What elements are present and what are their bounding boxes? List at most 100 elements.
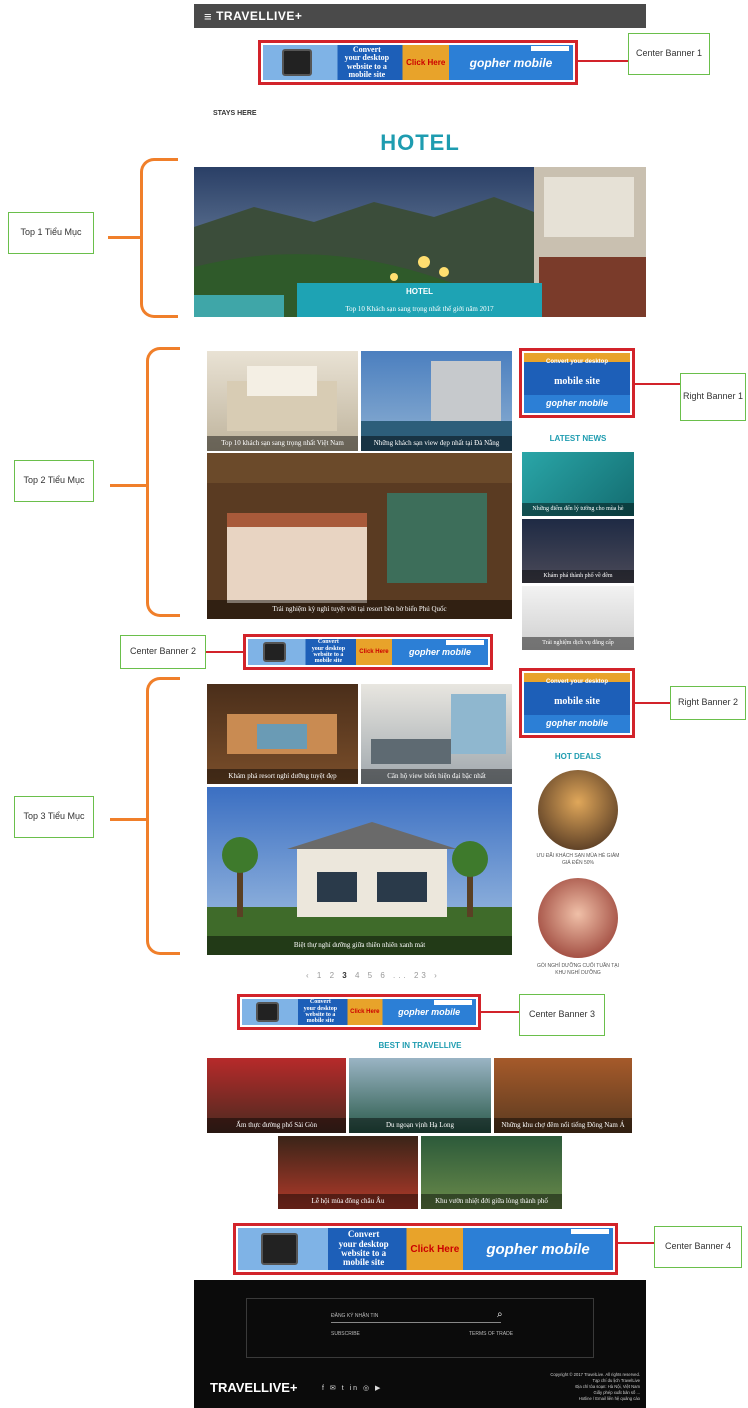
best-caption: Khu vườn nhiệt đới giữa lòng thành phố [421, 1194, 562, 1209]
pager-page[interactable]: 4 [355, 971, 362, 980]
footer-link[interactable]: TERMS OF TRADE [469, 1331, 513, 1337]
breadcrumb[interactable]: STAYS HERE [213, 110, 257, 117]
banner-brand: gopher mobile [486, 1240, 590, 1258]
footer-legal: Copyright © 2017 TravelLive. All rights … [550, 1372, 640, 1402]
phone-icon [238, 1228, 321, 1270]
article-caption: Căn hộ view biển hiện đại bậc nhất [361, 769, 512, 784]
banner-click-button[interactable]: Click Here [347, 1009, 382, 1015]
hero-caption-text: Top 10 Khách sạn sang trọng nhất thế giớ… [345, 305, 494, 313]
phone-icon [248, 639, 301, 665]
article-tile[interactable]: Căn hộ view biển hiện đại bậc nhất [361, 684, 512, 784]
best-item[interactable]: Du ngoạn vịnh Hạ Long [349, 1058, 491, 1133]
pager-page[interactable]: 2 [330, 971, 337, 980]
article-tile[interactable]: Top 10 khách sạn sang trọng nhất Việt Na… [207, 351, 358, 451]
callout-right-banner-2: Right Banner 2 [670, 686, 746, 720]
article-caption: Trải nghiệm kỳ nghỉ tuyệt vời tại resort… [207, 600, 512, 619]
best-caption: Lễ hội mùa đông châu Âu [278, 1194, 418, 1209]
banner-click-button[interactable]: Click Here [407, 1244, 463, 1255]
page-title: HOTEL [380, 130, 460, 155]
news-caption: Những điểm đến lý tưởng cho mùa hè [522, 502, 634, 516]
news-item[interactable]: Trải nghiệm dịch vụ đẳng cấp [522, 586, 634, 650]
deal-image[interactable] [538, 770, 618, 850]
callout-top-3: Top 3 Tiểu Mục [14, 796, 94, 838]
banner-text: mobile site [306, 1018, 335, 1025]
hamburger-icon[interactable]: ≡ [204, 9, 212, 24]
banner-text: Convert your desktop [545, 358, 608, 365]
news-item[interactable]: Những điểm đến lý tưởng cho mùa hè [522, 452, 634, 516]
article-caption: Khám phá resort nghỉ dưỡng tuyệt đẹp [207, 769, 358, 784]
best-caption: Ẩm thực đường phố Sài Gòn [207, 1118, 346, 1133]
pager-next[interactable]: › [434, 971, 440, 980]
article-caption: Biệt thự nghỉ dưỡng giữa thiên nhiên xan… [207, 936, 512, 955]
callout-top-2: Top 2 Tiểu Mục [14, 460, 94, 502]
center-banner-4[interactable]: Convert your desktop website to a mobile si… [233, 1223, 618, 1275]
footer-logo[interactable]: TRAVELLIVE+ [210, 1380, 298, 1395]
banner-text: mobile site [554, 375, 600, 387]
article-tile-large[interactable]: Biệt thự nghỉ dưỡng giữa thiên nhiên xan… [207, 787, 512, 955]
site-logo[interactable]: TRAVELLIVE+ [216, 9, 302, 23]
phone-icon [242, 999, 293, 1025]
callout-right-banner-1: Right Banner 1 [680, 373, 746, 421]
article-caption: Top 10 khách sạn sang trọng nhất Việt Na… [207, 436, 358, 451]
article-tile[interactable]: Khám phá resort nghỉ dưỡng tuyệt đẹp [207, 684, 358, 784]
article-tile[interactable]: Những khách sạn view đẹp nhất tại Đà Nẵn… [361, 351, 512, 451]
search-icon[interactable]: ⌕ [497, 1309, 503, 1320]
article-photo [207, 453, 512, 603]
hot-deals-heading: HOT DEALS [554, 752, 602, 761]
pager-page[interactable]: 6 [380, 971, 387, 980]
center-banner-1[interactable]: Convert your desktop website to a mobile… [258, 40, 578, 85]
pager-page[interactable]: 5 [368, 971, 375, 980]
banner-text: mobile site [314, 658, 343, 665]
callout-center-banner-1: Center Banner 1 [628, 33, 710, 75]
news-item[interactable]: Khám phá thành phố về đêm [522, 519, 634, 583]
pager-page-current[interactable]: 3 [342, 971, 349, 980]
callout-center-banner-2: Center Banner 2 [120, 635, 206, 669]
latest-news-heading: LATEST NEWS [549, 434, 607, 443]
banner-brand: gopher mobile [469, 55, 553, 70]
banner-click-button[interactable]: Click Here [402, 58, 449, 67]
banner-text: mobile site [343, 1257, 385, 1268]
news-caption: Trải nghiệm dịch vụ đẳng cấp [522, 636, 634, 650]
callout-center-banner-3: Center Banner 3 [519, 994, 605, 1036]
best-heading: BEST IN TRAVELLIVE [378, 1041, 462, 1050]
banner-click-button[interactable]: Click Here [356, 649, 392, 655]
deal-caption[interactable]: GÓI NGHỈ DƯỠNG CUỐI TUẦN TẠI KHU NGHỈ DƯ… [532, 963, 624, 976]
phone-icon [263, 45, 331, 80]
hero-label: HOTEL [405, 287, 434, 296]
best-item[interactable]: Những khu chợ đêm nổi tiếng Đông Nam Á [494, 1058, 632, 1133]
best-item[interactable]: Ẩm thực đường phố Sài Gòn [207, 1058, 346, 1133]
newsletter-box: ĐĂNG KÝ NHẬN TIN ⌕ SUBSCRIBE TERMS OF TR… [246, 1298, 594, 1358]
banner-brand: gopher mobile [545, 717, 608, 728]
social-icons[interactable]: f ✉ t in ◎ ▶ [322, 1384, 382, 1392]
center-banner-2[interactable]: Convert your desktop website to a mobile si… [243, 634, 493, 670]
pager-prev[interactable]: ‹ [306, 971, 312, 980]
banner-brand: gopher mobile [398, 1007, 461, 1017]
best-item[interactable]: Khu vườn nhiệt đới giữa lòng thành phố [421, 1136, 562, 1209]
right-banner-2[interactable]: Convert your desktop mobile site gopher … [519, 668, 635, 738]
pager-ellipsis: ... [393, 971, 409, 980]
best-item[interactable]: Lễ hội mùa đông châu Âu [278, 1136, 418, 1209]
callout-center-banner-4: Center Banner 4 [654, 1226, 742, 1268]
banner-brand: gopher mobile [408, 647, 471, 657]
best-caption: Du ngoạn vịnh Hạ Long [349, 1118, 491, 1133]
right-banner-1[interactable]: Convert your desktop mobile site gopher … [519, 348, 635, 418]
site-header: ≡ TRAVELLIVE+ [194, 4, 646, 28]
site-footer: ĐĂNG KÝ NHẬN TIN ⌕ SUBSCRIBE TERMS OF TR… [194, 1280, 646, 1408]
pager-page[interactable]: 23 [414, 971, 429, 980]
deal-caption[interactable]: ƯU ĐÃI KHÁCH SẠN MÙA HÈ GIẢM GIÁ ĐẾN 50% [532, 853, 624, 866]
hero-caption[interactable]: HOTEL Top 10 Khách sạn sang trọng nhất t… [297, 283, 542, 317]
hero-image[interactable]: HOTEL Top 10 Khách sạn sang trọng nhất t… [194, 167, 646, 317]
banner-text: mobile site [348, 69, 386, 79]
pager-page[interactable]: 1 [317, 971, 324, 980]
center-banner-3[interactable]: Convert your desktop website to a mobile si… [237, 994, 481, 1030]
article-tile-large[interactable]: Trải nghiệm kỳ nghỉ tuyệt vời tại resort… [207, 453, 512, 619]
article-photo [207, 822, 512, 955]
newsletter-input[interactable]: ĐĂNG KÝ NHẬN TIN [331, 1313, 501, 1323]
article-caption: Những khách sạn view đẹp nhất tại Đà Nẵn… [361, 436, 512, 451]
news-caption: Khám phá thành phố về đêm [522, 569, 634, 583]
banner-text: Convert your desktop [545, 678, 608, 685]
best-caption: Những khu chợ đêm nổi tiếng Đông Nam Á [494, 1118, 632, 1133]
pagination: ‹ 1 2 3 4 5 6 ... 23 › [306, 971, 440, 980]
deal-image[interactable] [538, 878, 618, 958]
footer-link[interactable]: SUBSCRIBE [331, 1331, 360, 1337]
